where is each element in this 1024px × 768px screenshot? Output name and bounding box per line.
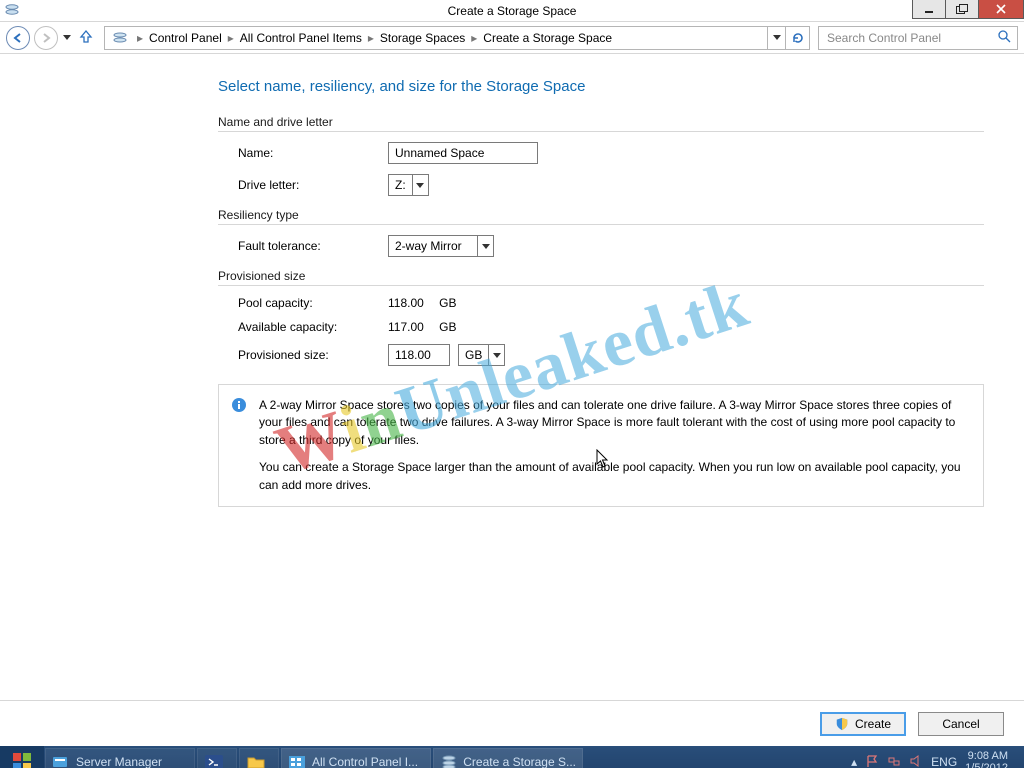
fault-tolerance-label: Fault tolerance: (218, 239, 388, 253)
tray-chevron-up-icon[interactable]: ▴ (851, 755, 857, 768)
create-button-label: Create (855, 717, 891, 731)
cancel-button[interactable]: Cancel (918, 712, 1004, 736)
taskbar: Server Manager All Control Panel I... Cr… (0, 746, 1024, 768)
breadcrumb-item[interactable]: Storage Spaces (376, 27, 469, 49)
content-area: Select name, resiliency, and size for th… (0, 54, 1024, 700)
available-capacity-unit: GB (439, 320, 456, 334)
titlebar: Create a Storage Space (0, 0, 1024, 22)
pool-capacity-unit: GB (439, 296, 456, 310)
tray-clock[interactable]: 9:08 AM 1/5/2012 (965, 750, 1016, 768)
navbar: ▸ Control Panel ▸ All Control Panel Item… (0, 22, 1024, 54)
page-title: Select name, resiliency, and size for th… (218, 78, 984, 95)
breadcrumb-item[interactable]: Control Panel (145, 27, 226, 49)
search-input[interactable] (825, 30, 997, 46)
tray-volume-icon[interactable] (909, 754, 923, 768)
section-provisioned: Provisioned size (218, 269, 984, 286)
breadcrumb-item[interactable]: Create a Storage Space (479, 27, 616, 49)
disk-icon (105, 31, 135, 45)
tray-lang[interactable]: ENG (931, 755, 957, 768)
refresh-button[interactable] (785, 27, 809, 49)
breadcrumb[interactable]: ▸ Control Panel ▸ All Control Panel Item… (104, 26, 810, 50)
taskbar-item-storage-space[interactable]: Create a Storage S... (433, 748, 583, 768)
search-box[interactable] (818, 26, 1018, 50)
server-icon (52, 754, 70, 768)
taskbar-item-label: All Control Panel I... (312, 755, 418, 768)
tray-date: 1/5/2012 (965, 762, 1008, 768)
taskbar-item-server-manager[interactable]: Server Manager (45, 748, 195, 768)
pool-capacity-label: Pool capacity: (218, 296, 388, 310)
breadcrumb-item[interactable]: All Control Panel Items (236, 27, 366, 49)
taskbar-item-control-panel[interactable]: All Control Panel I... (281, 748, 431, 768)
fault-tolerance-select[interactable]: 2-way Mirror (388, 235, 494, 257)
provisioned-size-unit: GB (459, 348, 488, 362)
provisioned-size-unit-select[interactable]: GB (458, 344, 505, 366)
taskbar-item-label: Create a Storage S... (463, 755, 576, 768)
tray-flag-icon[interactable] (865, 754, 879, 768)
tray-network-icon[interactable] (887, 754, 901, 768)
breadcrumb-dropdown[interactable] (767, 27, 785, 49)
footer: Create Cancel (0, 700, 1024, 746)
history-dropdown[interactable] (62, 26, 72, 50)
system-tray: ▴ ENG 9:08 AM 1/5/2012 (843, 746, 1024, 768)
section-resiliency: Resiliency type (218, 208, 984, 225)
shield-icon (835, 717, 849, 731)
chevron-right-icon[interactable]: ▸ (226, 31, 236, 45)
info-panel: A 2-way Mirror Space stores two copies o… (218, 384, 984, 507)
available-capacity-value: 117.00 (388, 320, 424, 334)
minimize-button[interactable] (912, 0, 946, 19)
taskbar-item-powershell[interactable] (197, 748, 237, 768)
available-capacity-label: Available capacity: (218, 320, 388, 334)
window-title: Create a Storage Space (448, 4, 577, 18)
chevron-down-icon[interactable] (412, 175, 428, 195)
back-button[interactable] (6, 26, 30, 50)
powershell-icon (204, 754, 224, 768)
forward-button[interactable] (34, 26, 58, 50)
fault-tolerance-value: 2-way Mirror (389, 239, 477, 253)
taskbar-item-label: Server Manager (76, 755, 162, 768)
disk-stack-icon (440, 754, 457, 768)
tray-time: 9:08 AM (965, 750, 1008, 762)
chevron-down-icon[interactable] (488, 345, 504, 365)
close-button[interactable] (978, 0, 1024, 19)
folder-icon (246, 754, 266, 768)
drive-letter-value: Z: (389, 178, 412, 192)
app-icon (4, 3, 20, 20)
cancel-button-label: Cancel (942, 717, 979, 731)
control-panel-icon (288, 754, 306, 768)
taskbar-item-explorer[interactable] (239, 748, 279, 768)
provisioned-size-input[interactable] (388, 344, 450, 366)
drive-letter-select[interactable]: Z: (388, 174, 429, 196)
provisioned-size-label: Provisioned size: (218, 348, 388, 362)
info-text-1: A 2-way Mirror Space stores two copies o… (259, 397, 969, 449)
chevron-right-icon[interactable]: ▸ (135, 31, 145, 45)
up-button[interactable] (76, 29, 96, 46)
info-icon (231, 397, 247, 418)
info-text-2: You can create a Storage Space larger th… (259, 459, 969, 494)
search-icon[interactable] (997, 29, 1011, 46)
chevron-right-icon[interactable]: ▸ (366, 31, 376, 45)
start-button[interactable] (0, 746, 44, 768)
create-button[interactable]: Create (820, 712, 906, 736)
section-name-letter: Name and drive letter (218, 115, 984, 132)
maximize-button[interactable] (945, 0, 979, 19)
name-label: Name: (218, 146, 388, 160)
chevron-down-icon[interactable] (477, 236, 493, 256)
drive-letter-label: Drive letter: (218, 178, 388, 192)
pool-capacity-value: 118.00 (388, 296, 424, 310)
name-input[interactable] (388, 142, 538, 164)
chevron-right-icon[interactable]: ▸ (469, 31, 479, 45)
